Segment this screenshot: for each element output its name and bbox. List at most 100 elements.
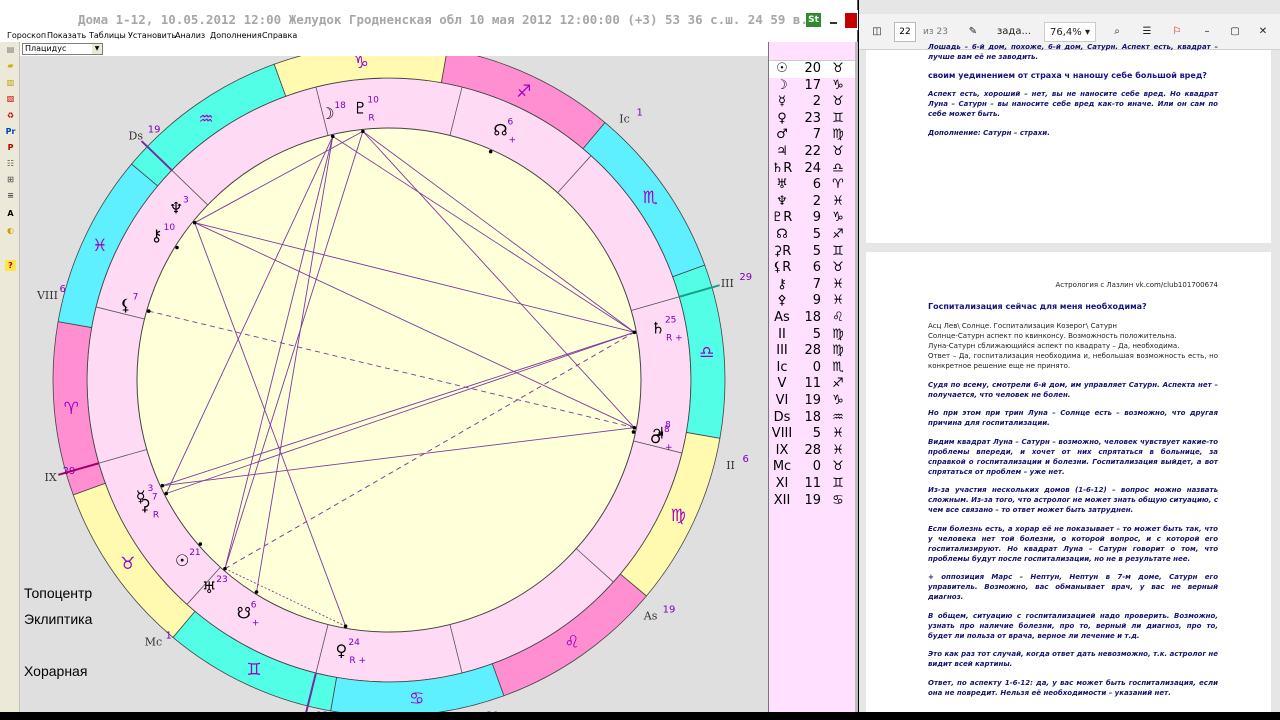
planet-row[interactable]: III 28 ♍	[769, 343, 857, 360]
minimize-icon[interactable]: –	[1197, 22, 1217, 42]
circle-icon[interactable]: ◐	[5, 225, 16, 236]
table-icon[interactable]: ☷	[5, 158, 16, 169]
planet-row[interactable]: V 11 ♐	[769, 376, 857, 393]
house-cusp-label: Ds	[129, 129, 144, 142]
planet-glyph[interactable]: ♆	[169, 199, 183, 218]
planet-glyph[interactable]: ⚳	[139, 495, 151, 514]
planet-glyph[interactable]: ☉	[175, 551, 189, 570]
menu-analysis[interactable]: Анализ	[175, 31, 205, 40]
close-button[interactable]	[845, 13, 857, 28]
planet-row[interactable]: ☽ 17 ♑	[769, 78, 857, 95]
planet-glyph[interactable]: ♂	[650, 428, 664, 447]
planet-row[interactable]: VI 19 ♑	[769, 393, 857, 410]
planet-glyph[interactable]: ♅	[202, 578, 216, 597]
answer-paragraph: Но при этом при трин Луна – Солнце есть …	[928, 409, 1218, 427]
planet-row[interactable]: ⚸R 6 ♉	[769, 260, 857, 277]
zodiac-sign-icon: ♓	[832, 426, 844, 442]
planet-degree: 19	[804, 492, 821, 508]
minimize-button[interactable]	[827, 14, 841, 26]
planet-row[interactable]: ♄R 24 ♎	[769, 161, 857, 178]
planet-row[interactable]: ♇R 9 ♑	[769, 210, 857, 227]
planet-row[interactable]: ⚳R 5 ♊	[769, 244, 857, 261]
planet-glyph[interactable]: ☊	[493, 121, 507, 140]
close-icon[interactable]: ✕	[1253, 22, 1273, 42]
planet-row[interactable]: II 5 ♍	[769, 327, 857, 344]
planet-degree: 20	[804, 61, 821, 76]
chevron-down-icon: ▼	[92, 44, 102, 54]
zodiac-sign-icon: ♉	[832, 459, 844, 475]
planet-glyph[interactable]: ⚸	[120, 295, 132, 314]
zodiac-sign-icon: ♍	[832, 127, 844, 143]
menu-settings[interactable]: Установить	[128, 31, 176, 40]
planet-glyph[interactable]: ♄	[651, 319, 665, 338]
planet-row[interactable]: ☿ 2 ♉	[769, 94, 857, 111]
horoscope-chart[interactable]: ♑♐♏♎♍♌♋♊♉♈♓♒ VI20V12Ic1III29II6As19XII20…	[20, 56, 768, 712]
planet-degree: 19	[804, 393, 821, 408]
menu-tables[interactable]: Таблицы	[89, 31, 126, 40]
planet-point	[164, 491, 169, 496]
planet-row[interactable]: Ds 18 ♒	[769, 410, 857, 427]
menu-show[interactable]: Показать	[47, 31, 86, 40]
annotate-pen-icon[interactable]: ✎	[963, 22, 983, 42]
help-icon[interactable]: ?	[5, 260, 16, 271]
print-icon[interactable]: ▥	[5, 77, 16, 88]
house-system-select[interactable]: Плацидус ▼	[22, 43, 103, 55]
grid-icon[interactable]: ⊞	[5, 174, 16, 185]
page-number-input[interactable]: 22	[894, 22, 916, 42]
table-scrollbar[interactable]	[855, 42, 858, 712]
planet-glyph: ♀	[777, 110, 787, 126]
search-icon[interactable]: ⌕	[1107, 22, 1127, 42]
app-logo-icon[interactable]: St	[806, 13, 821, 27]
export-icon[interactable]: ▧	[5, 93, 16, 104]
list-icon[interactable]: ≡	[5, 190, 16, 201]
answer-paragraph: Это как раз тот случай, когда ответ дать…	[928, 650, 1218, 668]
planet-glyph: IX	[775, 442, 789, 458]
planet-row[interactable]: ♀ 23 ♊	[769, 111, 857, 128]
pdf-app-icon[interactable]: ⚐	[1167, 22, 1187, 42]
answer-paragraph: Если болезнь есть, а хорар её не показыв…	[928, 524, 1218, 563]
aspect-icon[interactable]: A	[5, 208, 16, 219]
planet-row[interactable]: ♅ 6 ♈	[769, 177, 857, 194]
zodiac-sign-icon: ♏	[643, 188, 658, 208]
sidebar-toggle-icon[interactable]: ◫	[867, 22, 887, 42]
planet-row[interactable]: ♂ 7 ♍	[769, 127, 857, 144]
planet-row[interactable]: ☊ 5 ♐	[769, 227, 857, 244]
planet-row[interactable]: As 18 ♌	[769, 310, 857, 327]
planet-row[interactable]: ⚴ 9 ♓	[769, 293, 857, 310]
planet-glyph[interactable]: ♇	[353, 99, 367, 118]
planet-row[interactable]: ♃ 22 ♉	[769, 144, 857, 161]
planet-row[interactable]: IX 28 ♓	[769, 443, 857, 460]
planet-glyph: ☉	[776, 61, 788, 76]
open-icon[interactable]: ▤	[5, 44, 16, 55]
planet-row[interactable]: Mc 0 ♉	[769, 459, 857, 476]
planet-row[interactable]: ⚷ 7 ♓	[769, 277, 857, 294]
planet-glyph[interactable]: ♀	[336, 641, 348, 660]
maximize-icon[interactable]: ▢	[1225, 22, 1245, 42]
planet-glyph[interactable]: ☋	[237, 603, 251, 622]
planet-glyph[interactable]: ☽	[320, 104, 334, 123]
planet-row[interactable]: ♆ 2 ♓	[769, 194, 857, 211]
find-field[interactable]: зада...	[993, 22, 1035, 42]
zodiac-sign-icon: ♒	[832, 409, 844, 425]
planet-row[interactable]: XI 11 ♊	[769, 476, 857, 493]
p-icon[interactable]: P	[5, 142, 16, 153]
planet-row[interactable]: XII 19 ♋	[769, 493, 857, 510]
zodiac-sign-icon: ♓	[832, 293, 844, 309]
zodiac-sign-icon: ♉	[832, 260, 844, 276]
planet-glyph[interactable]: ⚷	[151, 226, 163, 245]
pr-icon[interactable]: Pr	[5, 126, 16, 137]
planet-row[interactable]: Ic 0 ♏	[769, 360, 857, 377]
menu-extras[interactable]: Дополнения	[210, 31, 262, 40]
zodiac-sign-icon: ♌	[832, 310, 844, 325]
menu-horoscope[interactable]: Гороскоп	[7, 31, 46, 40]
planet-row[interactable]: VIII 5 ♓	[769, 426, 857, 443]
planet-row[interactable]: ☉ 20 ♉	[769, 61, 857, 78]
planet-degree: 5	[812, 227, 821, 242]
planet-suffix: +	[252, 618, 260, 628]
menu-icon[interactable]: ☰	[1137, 22, 1157, 42]
folder-icon[interactable]: ▰	[5, 60, 16, 71]
menu-help[interactable]: Справка	[262, 31, 297, 40]
planet-point	[175, 245, 179, 250]
refresh-icon[interactable]: ♻	[5, 110, 16, 121]
zoom-select[interactable]: 76,4% ▾	[1044, 22, 1096, 42]
